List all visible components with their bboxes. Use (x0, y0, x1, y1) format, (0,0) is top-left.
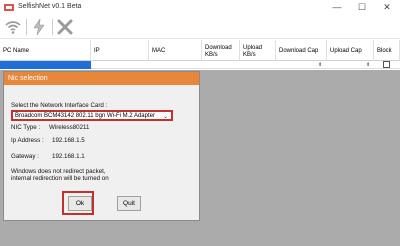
title-bar: SelfishNet v0.1 Beta — ☐ ✕ (0, 0, 400, 15)
close-button[interactable]: ✕ (380, 2, 394, 13)
ip-address-value: 192.168.1.5 (52, 137, 85, 144)
column-header-upload-kbs[interactable]: Upload KB/s (240, 40, 276, 61)
column-header-upload-cap[interactable]: Upload Cap (327, 40, 374, 61)
nic-type-label: NIC Type : (11, 124, 41, 131)
column-header-download-kbs[interactable]: Download KB/s (202, 40, 240, 61)
selected-row-highlight (0, 61, 91, 69)
maximize-button[interactable]: ☐ (355, 2, 369, 13)
toolbar-separator (26, 19, 27, 35)
ok-button-highlight (62, 191, 94, 215)
block-checkbox[interactable] (383, 61, 390, 68)
column-header-mac[interactable]: MAC (149, 40, 202, 61)
chevron-down-icon[interactable]: ⌄ (163, 113, 168, 120)
ip-address-label: Ip Address : (11, 137, 44, 144)
gateway-label: Gateway : (11, 153, 39, 160)
select-nic-label: Select the Network Interface Card : (11, 102, 108, 109)
wifi-icon[interactable] (4, 18, 22, 36)
minimize-button[interactable]: — (330, 2, 344, 13)
gateway-value: 192.168.1.1 (52, 153, 85, 160)
download-cap-spinner[interactable]: ⬍ (318, 62, 322, 68)
column-header-download-cap[interactable]: Download Cap (276, 40, 327, 61)
window-title: SelfishNet v0.1 Beta (18, 3, 82, 10)
redirect-note-line1: Windows does not redirect packet, (11, 168, 106, 175)
column-header-block[interactable]: Block (374, 40, 400, 61)
app-icon (4, 3, 14, 12)
table-header: PC Name IP MAC Download KB/s Upload KB/s… (0, 40, 400, 61)
nic-type-value: Wireless80211 (49, 124, 90, 131)
column-header-ip[interactable]: IP (91, 40, 149, 61)
quit-button[interactable]: Quit (117, 196, 141, 211)
toolbar (0, 15, 400, 39)
close-x-icon[interactable] (56, 18, 74, 36)
upload-cap-spinner[interactable]: ⬍ (366, 62, 370, 68)
lightning-icon[interactable] (30, 18, 48, 36)
dialog-title: Nic selection (4, 72, 199, 85)
nic-selection-dialog: Nic selection Select the Network Interfa… (3, 71, 200, 221)
nic-dropdown-value: Broadcom BCM43142 802.11 bgn Wi-Fi M.2 A… (15, 113, 155, 119)
column-header-pc-name[interactable]: PC Name (0, 40, 91, 61)
redirect-note-line2: internal redirection will be turned on (11, 175, 109, 182)
table-row[interactable]: ⬍ ⬍ (0, 61, 400, 69)
nic-dropdown[interactable]: Broadcom BCM43142 802.11 bgn Wi-Fi M.2 A… (11, 110, 173, 121)
toolbar-separator (52, 19, 53, 35)
